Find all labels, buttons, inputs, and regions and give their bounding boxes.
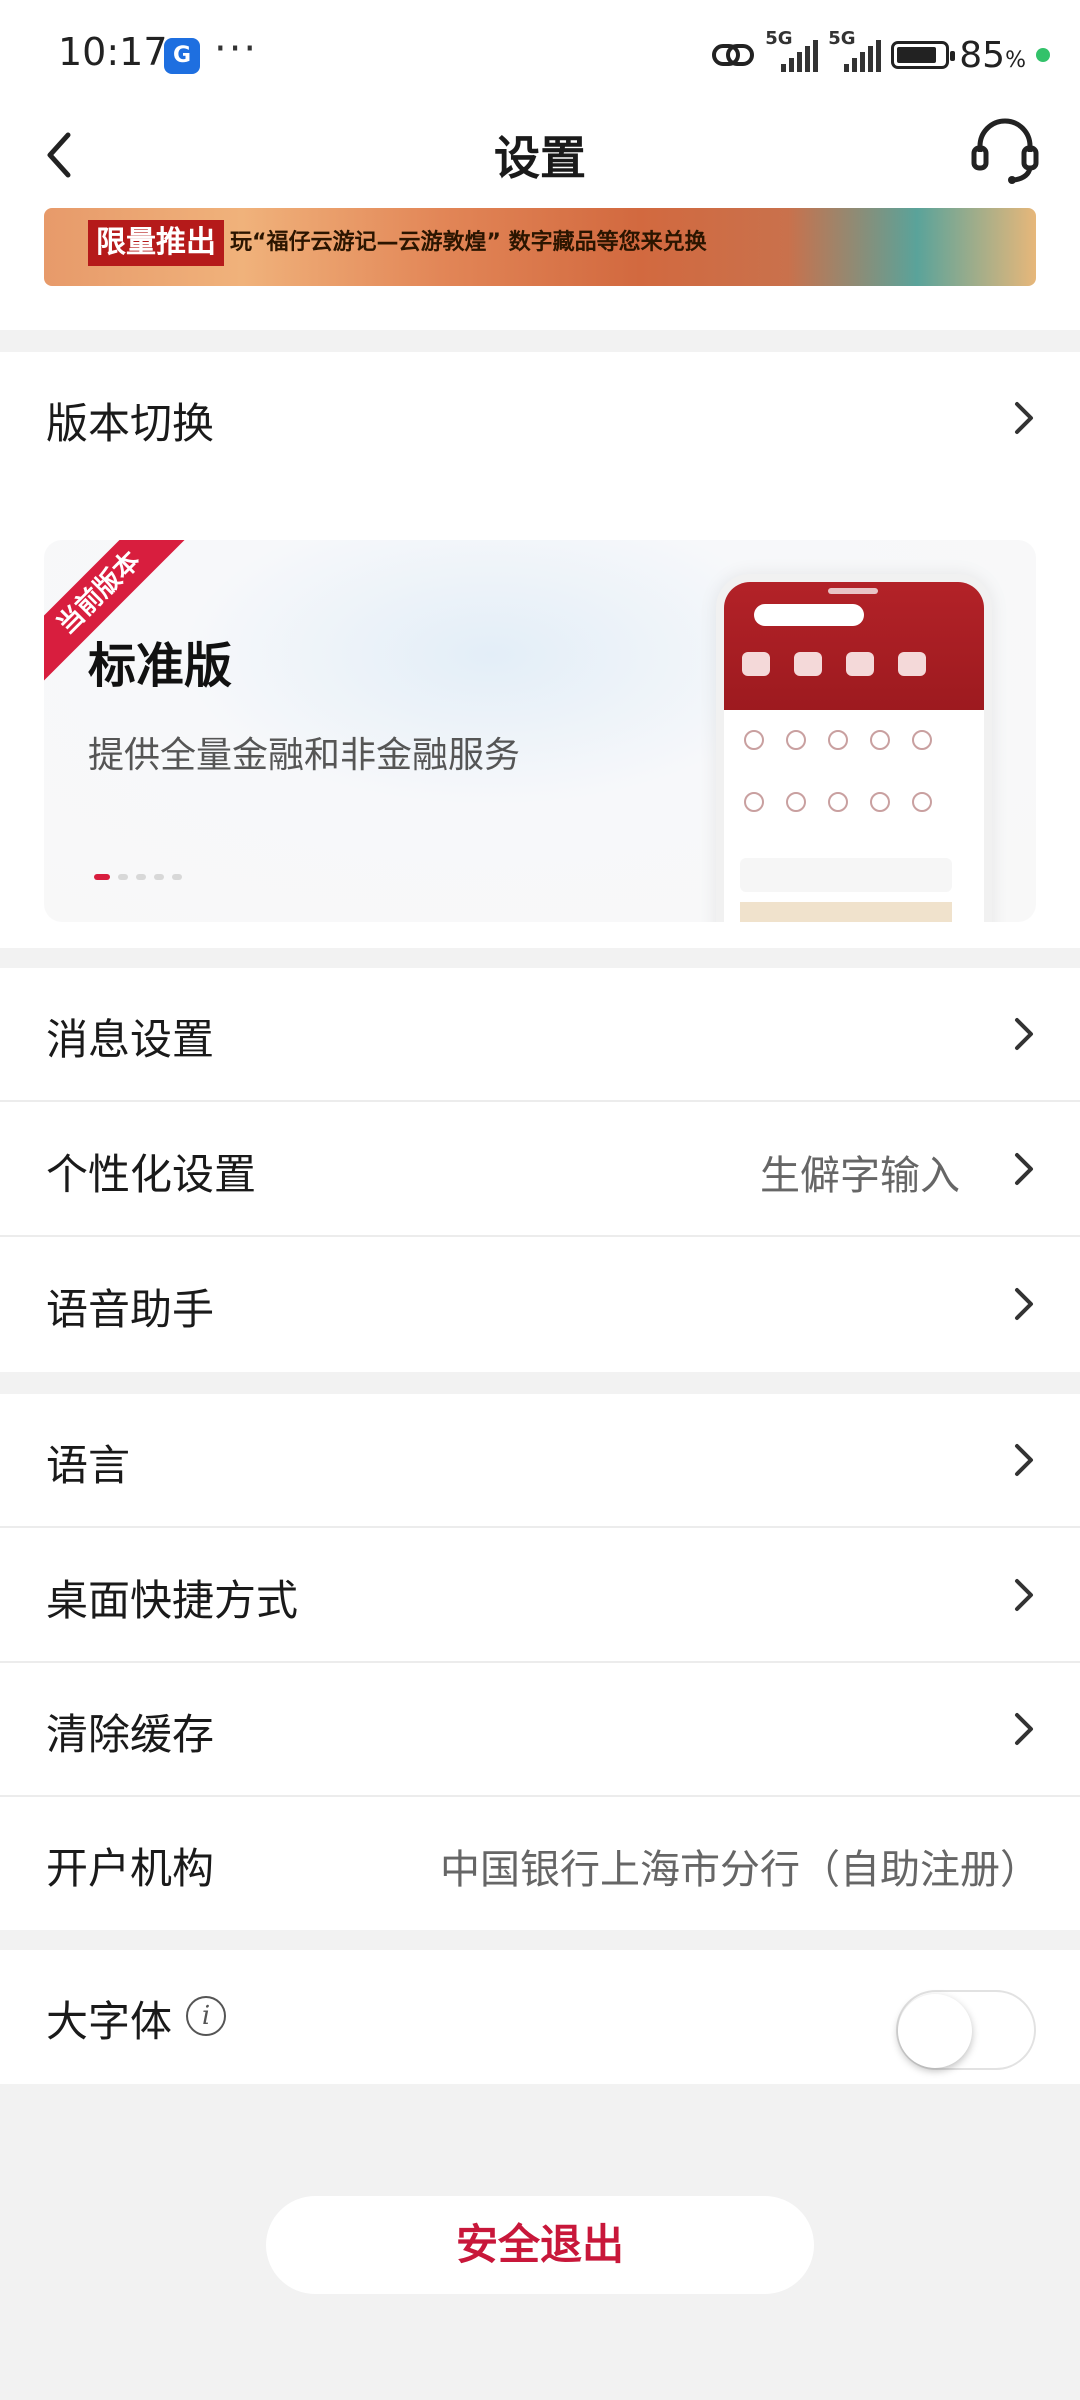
settings-group-1: 消息设置 个性化设置 生僻字输入 语音助手: [0, 968, 1080, 1372]
pager-dot: [136, 874, 146, 880]
personalization-value: 生僻字输入: [760, 1153, 960, 1199]
banner-text: 玩“福仔云游记—云游敦煌” 数字藏品等您来兑换: [230, 230, 707, 255]
more-notifications-icon: ···: [214, 26, 259, 72]
chevron-right-icon: [1015, 1713, 1033, 1745]
desktop-shortcut-label: 桌面快捷方式: [46, 1576, 299, 1625]
large-font-toggle[interactable]: [896, 1990, 1036, 2070]
version-section: 版本切换 当前版本 标准版 提供全量金融和非金融服务: [0, 352, 1080, 948]
status-time: 10:17: [58, 30, 168, 74]
clear-cache-row[interactable]: 清除缓存: [0, 1663, 1080, 1797]
version-name: 标准版: [88, 638, 233, 694]
battery-icon: [891, 41, 956, 69]
signal-1-icon: 5G: [765, 28, 819, 72]
account-branch-label: 开户机构: [46, 1844, 215, 1893]
app-notification-icon: G: [164, 38, 200, 74]
version-switch-label: 版本切换: [46, 399, 215, 448]
chevron-right-icon: [1015, 1579, 1033, 1611]
language-row[interactable]: 语言: [0, 1394, 1080, 1528]
personalization-label: 个性化设置: [46, 1150, 257, 1199]
customer-service-icon[interactable]: [968, 112, 1042, 186]
status-bar: 10:17 G ··· 5G 5G 85%: [0, 0, 1080, 110]
chevron-right-icon: [1015, 1288, 1033, 1320]
chevron-right-icon: [1015, 1444, 1033, 1476]
status-indicators: 5G 5G 85%: [711, 28, 1050, 80]
settings-group-2: 语言 桌面快捷方式 清除缓存 开户机构 中国银行上海市分行（自助注册）: [0, 1394, 1080, 1930]
page-title: 设置: [494, 131, 586, 185]
logout-button[interactable]: 安全退出: [266, 2196, 814, 2294]
pager-dot: [94, 874, 110, 880]
clear-cache-label: 清除缓存: [46, 1710, 215, 1759]
large-font-section: 大字体 i: [0, 1950, 1080, 2084]
pager-dot: [154, 874, 164, 880]
chevron-right-icon: [1015, 1153, 1033, 1185]
pager-dot: [118, 874, 128, 880]
promo-banner[interactable]: 限量推出 玩“福仔云游记—云游敦煌” 数字藏品等您来兑换: [44, 208, 1036, 286]
version-card[interactable]: 当前版本 标准版 提供全量金融和非金融服务: [44, 540, 1036, 922]
version-switch-row[interactable]: 版本切换: [0, 352, 1080, 486]
personalization-row[interactable]: 个性化设置 生僻字输入: [0, 1103, 1080, 1237]
account-branch-value: 中国银行上海市分行（自助注册）: [440, 1847, 1040, 1893]
header: 设置 限量推出 玩“福仔云游记—云游敦煌” 数字藏品等您来兑换: [0, 110, 1080, 330]
battery-percent: 85%: [959, 34, 1026, 76]
info-icon[interactable]: i: [186, 1996, 226, 2036]
phone-preview-image: [716, 574, 992, 922]
privacy-indicator-dot: [1036, 48, 1050, 62]
message-settings-row[interactable]: 消息设置: [0, 968, 1080, 1102]
signal-2-icon: 5G: [828, 28, 882, 72]
link-icon: [712, 44, 755, 66]
language-label: 语言: [46, 1441, 131, 1490]
message-settings-label: 消息设置: [46, 1015, 215, 1064]
pager-dot: [172, 874, 182, 880]
voice-assistant-row[interactable]: 语音助手: [0, 1238, 1080, 1372]
account-branch-row: 开户机构 中国银行上海市分行（自助注册）: [0, 1797, 1080, 1931]
carousel-pager: [94, 874, 182, 880]
banner-tag: 限量推出: [88, 220, 224, 266]
chevron-right-icon: [1015, 1018, 1033, 1050]
large-font-label: 大字体: [46, 1997, 173, 2046]
large-font-row: 大字体 i: [0, 1950, 1080, 2084]
chevron-right-icon: [1015, 402, 1033, 434]
version-description: 提供全量金融和非金融服务: [88, 735, 521, 776]
desktop-shortcut-row[interactable]: 桌面快捷方式: [0, 1529, 1080, 1663]
voice-assistant-label: 语音助手: [46, 1285, 215, 1334]
